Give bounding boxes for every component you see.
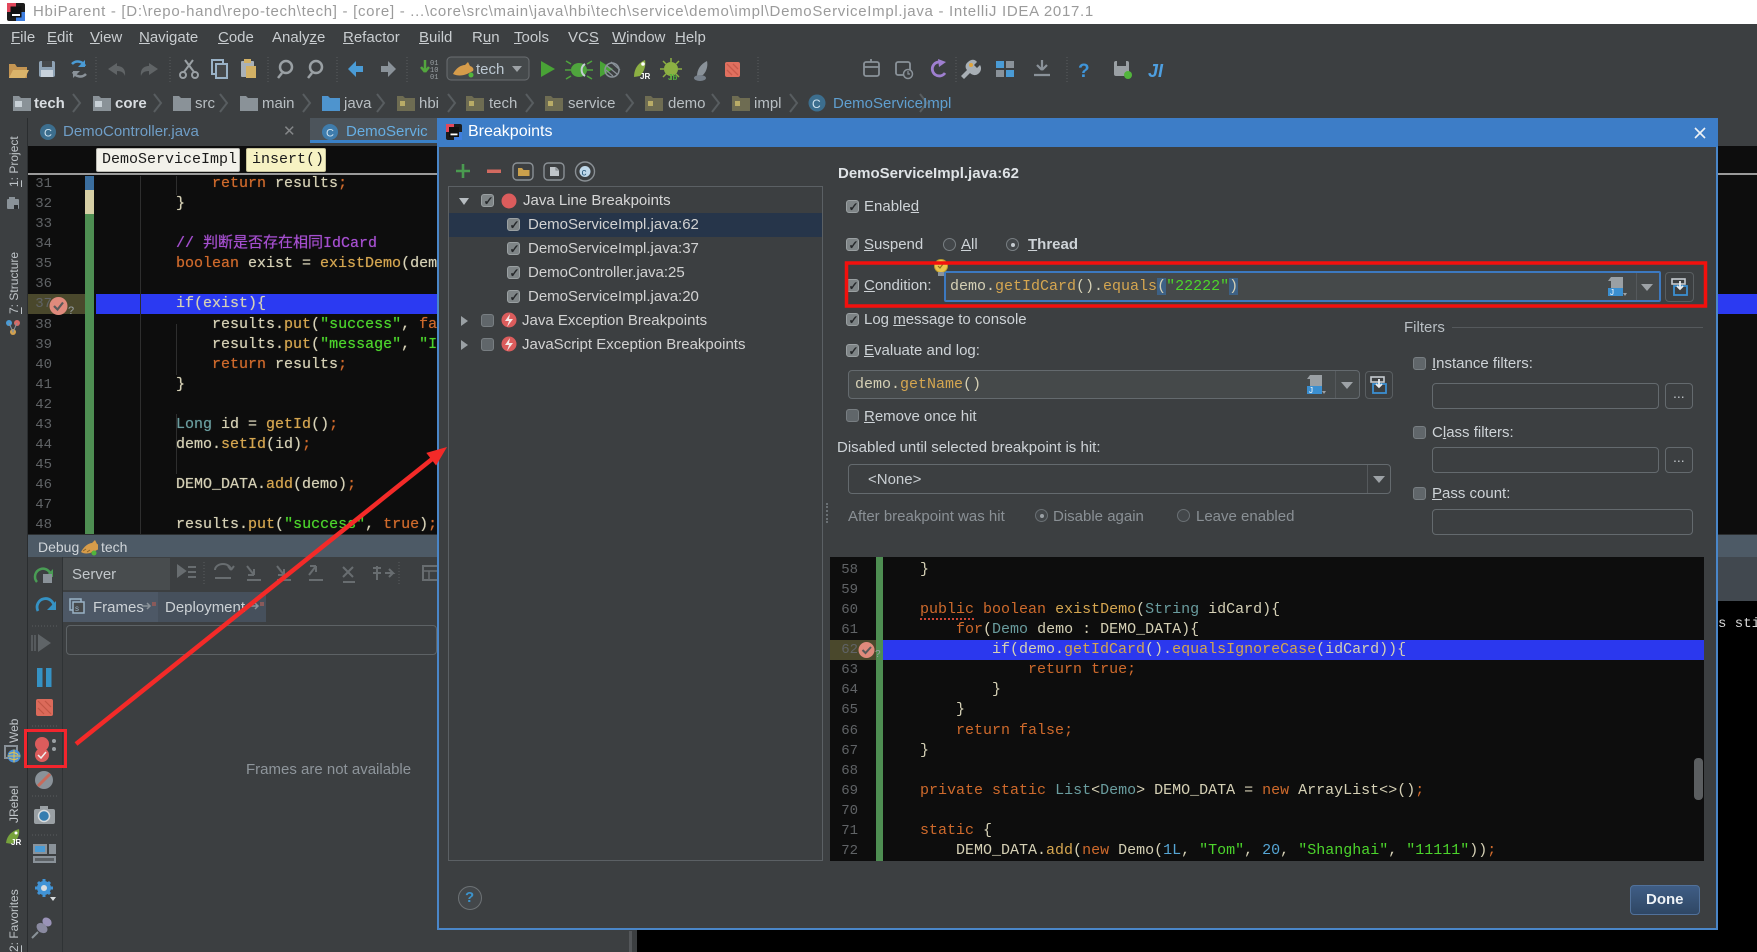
svg-text:C: C xyxy=(326,128,334,140)
svg-text:?: ? xyxy=(1078,61,1090,82)
svg-text:JI: JI xyxy=(1148,61,1164,81)
svg-text:01: 01 xyxy=(430,74,438,82)
svg-text:JR: JR xyxy=(11,838,21,847)
svg-text:tech: tech xyxy=(476,61,504,78)
svg-text:?: ? xyxy=(875,649,881,660)
svg-text:JR: JR xyxy=(640,72,650,81)
svg-text:C: C xyxy=(812,97,821,111)
svg-text:C: C xyxy=(44,128,52,140)
svg-text:?: ? xyxy=(68,305,74,317)
svg-text:J: J xyxy=(1309,386,1313,395)
svg-text:c: c xyxy=(582,168,587,179)
svg-text:A: A xyxy=(313,63,320,73)
svg-text:Jb: Jb xyxy=(668,73,677,82)
svg-text:J: J xyxy=(1610,288,1614,297)
svg-text:s: s xyxy=(75,604,79,613)
